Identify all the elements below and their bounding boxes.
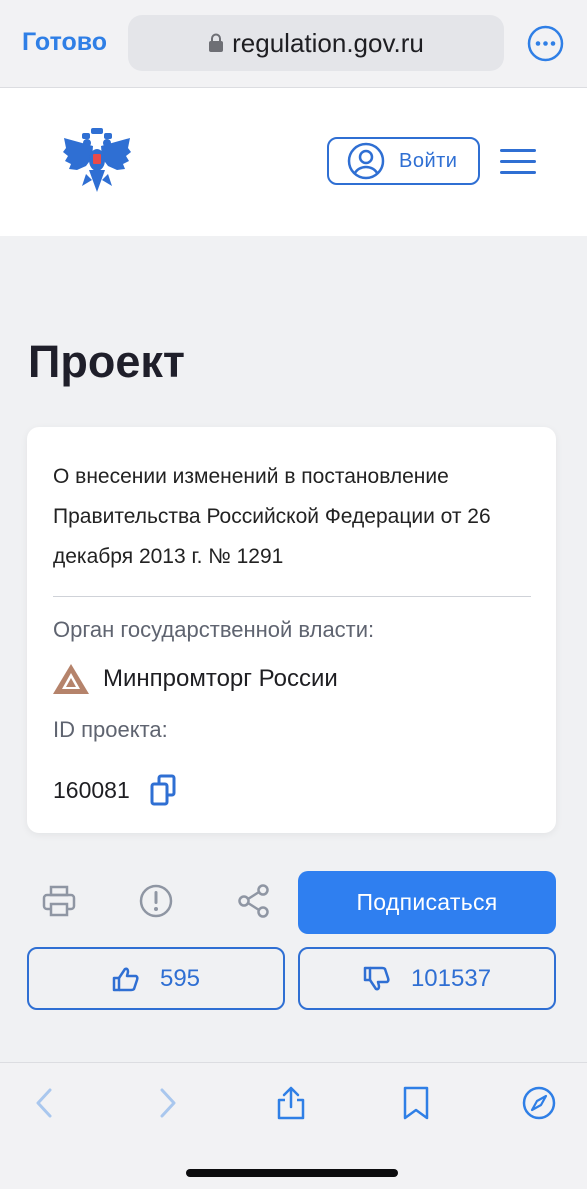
thumbs-down-icon <box>363 966 390 990</box>
dislike-count: 101537 <box>410 964 492 992</box>
id-row: 160081 <box>53 774 176 806</box>
login-button[interactable]: Войти <box>327 137 480 185</box>
url-text: regulation.gov.ru <box>232 27 424 58</box>
project-description: О внесении изменений в постановление Пра… <box>53 465 491 568</box>
address-bar[interactable]: regulation.gov.ru <box>128 15 504 71</box>
like-count: 595 <box>159 964 201 992</box>
back-icon[interactable] <box>26 1085 62 1121</box>
user-icon <box>347 142 385 180</box>
page-title: Проект <box>28 336 185 387</box>
org-label: Орган государственной власти: <box>53 617 375 642</box>
thumbs-up-icon <box>112 967 139 991</box>
project-card: О внесении изменений в постановление Пра… <box>27 427 556 833</box>
like-button[interactable]: 595 <box>27 947 285 1010</box>
login-label: Войти <box>399 149 458 172</box>
org-row[interactable]: Минпромторг России <box>53 664 338 694</box>
lock-icon <box>209 33 224 52</box>
browser-top-bar: Готово regulation.gov.ru <box>0 0 587 88</box>
ministry-logo-icon <box>53 664 89 694</box>
alert-icon[interactable] <box>138 883 174 919</box>
id-value: 160081 <box>53 776 130 803</box>
emblem-icon[interactable] <box>62 128 132 192</box>
more-icon[interactable] <box>527 25 564 62</box>
share-icon[interactable] <box>236 883 272 919</box>
menu-icon[interactable] <box>500 149 536 175</box>
bookmarks-icon[interactable] <box>398 1085 434 1121</box>
id-label: ID проекта: <box>53 717 168 742</box>
org-name: Минпромторг России <box>103 665 338 692</box>
forward-icon[interactable] <box>150 1085 186 1121</box>
print-icon[interactable] <box>41 883 77 919</box>
home-indicator <box>186 1169 398 1177</box>
copy-icon[interactable] <box>150 774 176 806</box>
site-header: Войти <box>0 88 587 236</box>
divider <box>53 596 531 597</box>
done-button[interactable]: Готово <box>22 28 107 57</box>
subscribe-button[interactable]: Подписаться <box>298 871 556 934</box>
compass-icon[interactable] <box>521 1085 557 1121</box>
dislike-button[interactable]: 101537 <box>298 947 556 1010</box>
share-sheet-icon[interactable] <box>273 1085 309 1121</box>
